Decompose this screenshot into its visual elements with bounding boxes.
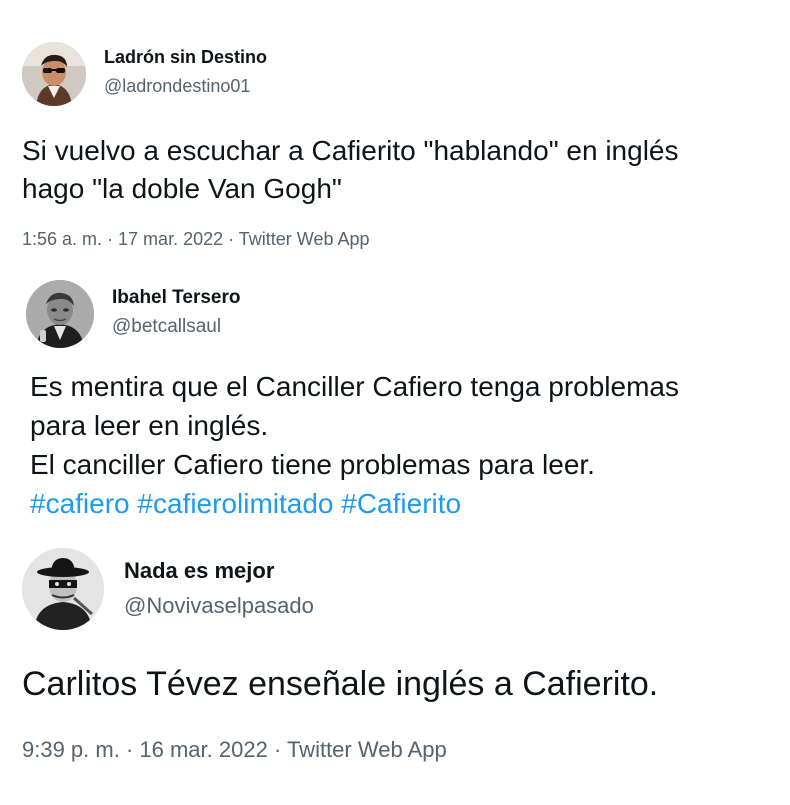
author-avatar[interactable] [22,42,86,106]
author-handle[interactable]: @betcallsaul [112,316,221,338]
hashtag-links[interactable]: #cafiero #cafierolimitado #Cafierito [30,484,679,523]
tweet-text: Carlitos Tévez enseñale inglés a Cafieri… [22,662,658,706]
tweet-text-line: para leer en inglés. [30,410,269,441]
tweet-text: Si vuelvo a escuchar a Cafierito "hablan… [22,132,679,208]
profile-photo-icon [22,42,86,106]
profile-photo-icon [26,280,94,348]
author-avatar[interactable] [26,280,94,348]
tweet-card[interactable]: Ibahel Tersero @betcallsaul Es mentira q… [0,270,790,540]
tweet-text-line: El canciller Cafiero tiene problemas par… [30,449,595,480]
author-handle[interactable]: @ladrondestino01 [104,76,250,97]
tweet-card[interactable]: Ladrón sin Destino @ladrondestino01 Si v… [0,0,790,270]
tweet-timestamp[interactable]: 1:56 a. m. · 17 mar. 2022 · Twitter Web … [22,229,370,250]
author-name[interactable]: Nada es mejor [124,558,274,584]
tweet-text: Es mentira que el Canciller Cafiero teng… [30,367,679,523]
tweet-text-line: Si vuelvo a escuchar a Cafierito "hablan… [22,135,679,166]
tweet-timestamp[interactable]: 9:39 p. m. · 16 mar. 2022 · Twitter Web … [22,737,447,763]
author-handle[interactable]: @Novivaselpasado [124,593,314,619]
author-name[interactable]: Ladrón sin Destino [104,47,267,68]
tweet-text-line: Carlitos Tévez enseñale inglés a Cafieri… [22,665,659,703]
author-name[interactable]: Ibahel Tersero [112,287,240,309]
author-avatar[interactable] [22,548,104,630]
profile-photo-icon [22,548,104,630]
tweet-card[interactable]: Nada es mejor @Novivaselpasado Carlitos … [0,540,790,805]
tweet-text-line: hago "la doble Van Gogh" [22,173,342,204]
tweet-text-line: Es mentira que el Canciller Cafiero teng… [30,371,679,402]
